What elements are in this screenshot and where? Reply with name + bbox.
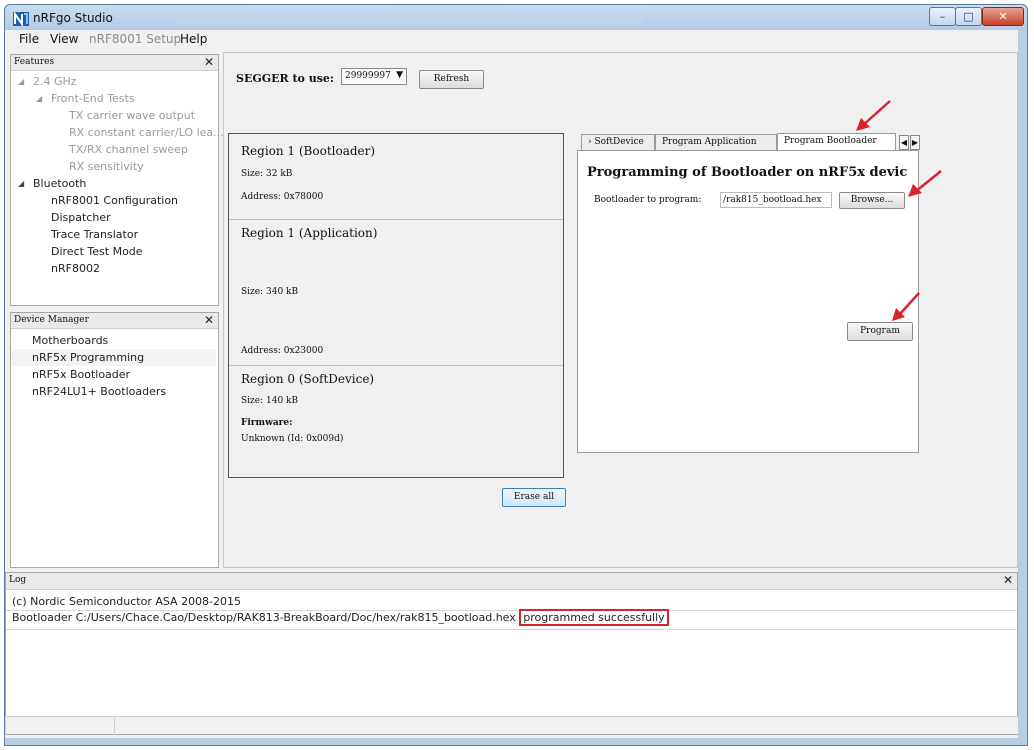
menu-nrf8001-setup[interactable]: nRF8001 Setup (89, 32, 181, 46)
features-close-icon[interactable]: ✕ (204, 55, 214, 69)
device-manager-header: Device Manager ✕ (11, 313, 218, 329)
tree-item-txrx-sweep[interactable]: TX/RX channel sweep (69, 143, 188, 156)
region-softdevice-title: Region 0 (SoftDevice) (241, 372, 375, 386)
tree-item-rx-constant-carrier[interactable]: RX constant carrier/LO lea... (69, 126, 224, 139)
status-divider (5, 717, 6, 735)
annotation-arrow-icon (908, 170, 942, 197)
close-window-button[interactable]: ✕ (982, 7, 1024, 26)
log-close-icon[interactable]: ✕ (1003, 573, 1013, 587)
tab-program-application[interactable]: Program Application (655, 134, 777, 151)
blurred-title-path (175, 14, 645, 24)
region-softdevice-firmware-label: Firmware: (241, 418, 293, 428)
log-success-highlight: programmed successfully (519, 609, 669, 626)
tree-item-dispatcher[interactable]: Dispatcher (51, 211, 111, 224)
device-manager-close-icon[interactable]: ✕ (204, 313, 214, 327)
expand-arrow-icon[interactable]: ◢ (36, 94, 42, 103)
log-header: Log ✕ (6, 573, 1017, 590)
annotation-arrow-icon (892, 292, 920, 321)
program-bootloader-heading: Programming of Bootloader on nRF5x devic (587, 165, 908, 180)
tree-item-2-4ghz[interactable]: 2.4 GHz (33, 75, 77, 88)
log-line-text: Bootloader C:/Users/Chace.Cao/Desktop/RA… (12, 611, 520, 624)
log-title: Log (9, 575, 27, 585)
log-panel: Log ✕ (c) Nordic Semiconductor ASA 2008-… (5, 572, 1018, 735)
region-divider (229, 219, 563, 220)
region-bootloader-title: Region 1 (Bootloader) (241, 144, 376, 158)
minimize-button[interactable]: – (929, 7, 956, 26)
region-softdevice-size: Size: 140 kB (241, 396, 299, 406)
region-divider (229, 365, 563, 366)
bootloader-file-input[interactable]: /rak815_bootload.hex (720, 192, 832, 208)
window-title: nRFgo Studio (33, 11, 113, 25)
erase-all-button[interactable]: Erase all (502, 488, 566, 507)
device-item-nrf5x-bootloader[interactable]: nRF5x Bootloader (12, 366, 216, 383)
program-button[interactable]: Program (847, 322, 913, 341)
region-bootloader-address: Address: 0x78000 (241, 192, 324, 202)
annotation-arrow-icon (856, 100, 891, 131)
device-item-motherboards[interactable]: Motherboards (12, 332, 216, 349)
device-manager-title: Device Manager (14, 315, 89, 325)
tree-item-front-end-tests[interactable]: Front-End Tests (51, 92, 135, 105)
device-item-nrf5x-programming[interactable]: nRF5x Programming (12, 349, 216, 366)
tree-item-rx-sensitivity[interactable]: RX sensitivity (69, 160, 144, 173)
log-divider (6, 629, 1017, 630)
tree-item-tx-carrier[interactable]: TX carrier wave output (69, 109, 195, 122)
tree-item-nrf8001-config[interactable]: nRF8001 Configuration (51, 194, 178, 207)
maximize-button[interactable]: □ (955, 7, 982, 26)
menu-help[interactable]: Help (180, 32, 207, 46)
expand-arrow-icon[interactable]: ◢ (18, 179, 24, 188)
tab-scroll-left-icon[interactable]: ◀ (899, 135, 909, 150)
menu-bar: File View nRF8001 Setup Help (5, 30, 1018, 48)
memory-regions: Region 1 (Bootloader) Size: 32 kB Addres… (228, 133, 564, 478)
segger-label: SEGGER to use: (236, 72, 334, 85)
tree-item-direct-test-mode[interactable]: Direct Test Mode (51, 245, 143, 258)
region-application-address: Address: 0x23000 (241, 346, 324, 356)
features-title: Features (14, 57, 55, 67)
region-application-size: Size: 340 kB (241, 287, 299, 297)
dropdown-arrow-icon: ▼ (396, 70, 403, 80)
tab-softdevice[interactable]: › SoftDevice (581, 134, 655, 151)
expand-arrow-icon[interactable]: ◢ (18, 77, 24, 86)
tree-item-bluetooth[interactable]: Bluetooth (33, 177, 86, 190)
tab-scroll-right-icon[interactable]: ▶ (910, 135, 920, 150)
title-bar: nRFgo Studio – □ ✕ (5, 5, 1027, 33)
region-application-title: Region 1 (Application) (241, 226, 378, 240)
log-line: Bootloader C:/Users/Chace.Cao/Desktop/RA… (12, 609, 669, 626)
segger-select[interactable]: 29999997 ▼ (341, 68, 407, 85)
tree-item-nrf8002[interactable]: nRF8002 (51, 262, 100, 275)
tab-program-bootloader[interactable]: Program Bootloader (777, 133, 896, 151)
browse-button[interactable]: Browse... (839, 192, 905, 209)
bootloader-file-label: Bootloader to program: (594, 195, 702, 205)
status-divider (114, 717, 115, 735)
device-manager-panel: Device Manager ✕ Motherboards nRF5x Prog… (10, 312, 219, 568)
refresh-button[interactable]: Refresh (419, 70, 484, 89)
menu-view[interactable]: View (50, 32, 78, 46)
region-bootloader-size: Size: 32 kB (241, 169, 293, 179)
nrfgo-logo-icon (13, 12, 29, 26)
segger-selected-value: 29999997 (345, 71, 391, 81)
device-item-nrf24lu1-bootloaders[interactable]: nRF24LU1+ Bootloaders (12, 383, 216, 400)
status-bar (5, 716, 1018, 735)
features-header: Features ✕ (11, 55, 218, 71)
features-panel: Features ✕ ◢ 2.4 GHz ◢ Front-End Tests T… (10, 54, 224, 306)
region-softdevice-firmware-value: Unknown (Id: 0x009d) (241, 434, 344, 444)
tree-item-trace-translator[interactable]: Trace Translator (51, 228, 138, 241)
log-line: (c) Nordic Semiconductor ASA 2008-2015 (12, 595, 242, 608)
menu-file[interactable]: File (19, 32, 39, 46)
